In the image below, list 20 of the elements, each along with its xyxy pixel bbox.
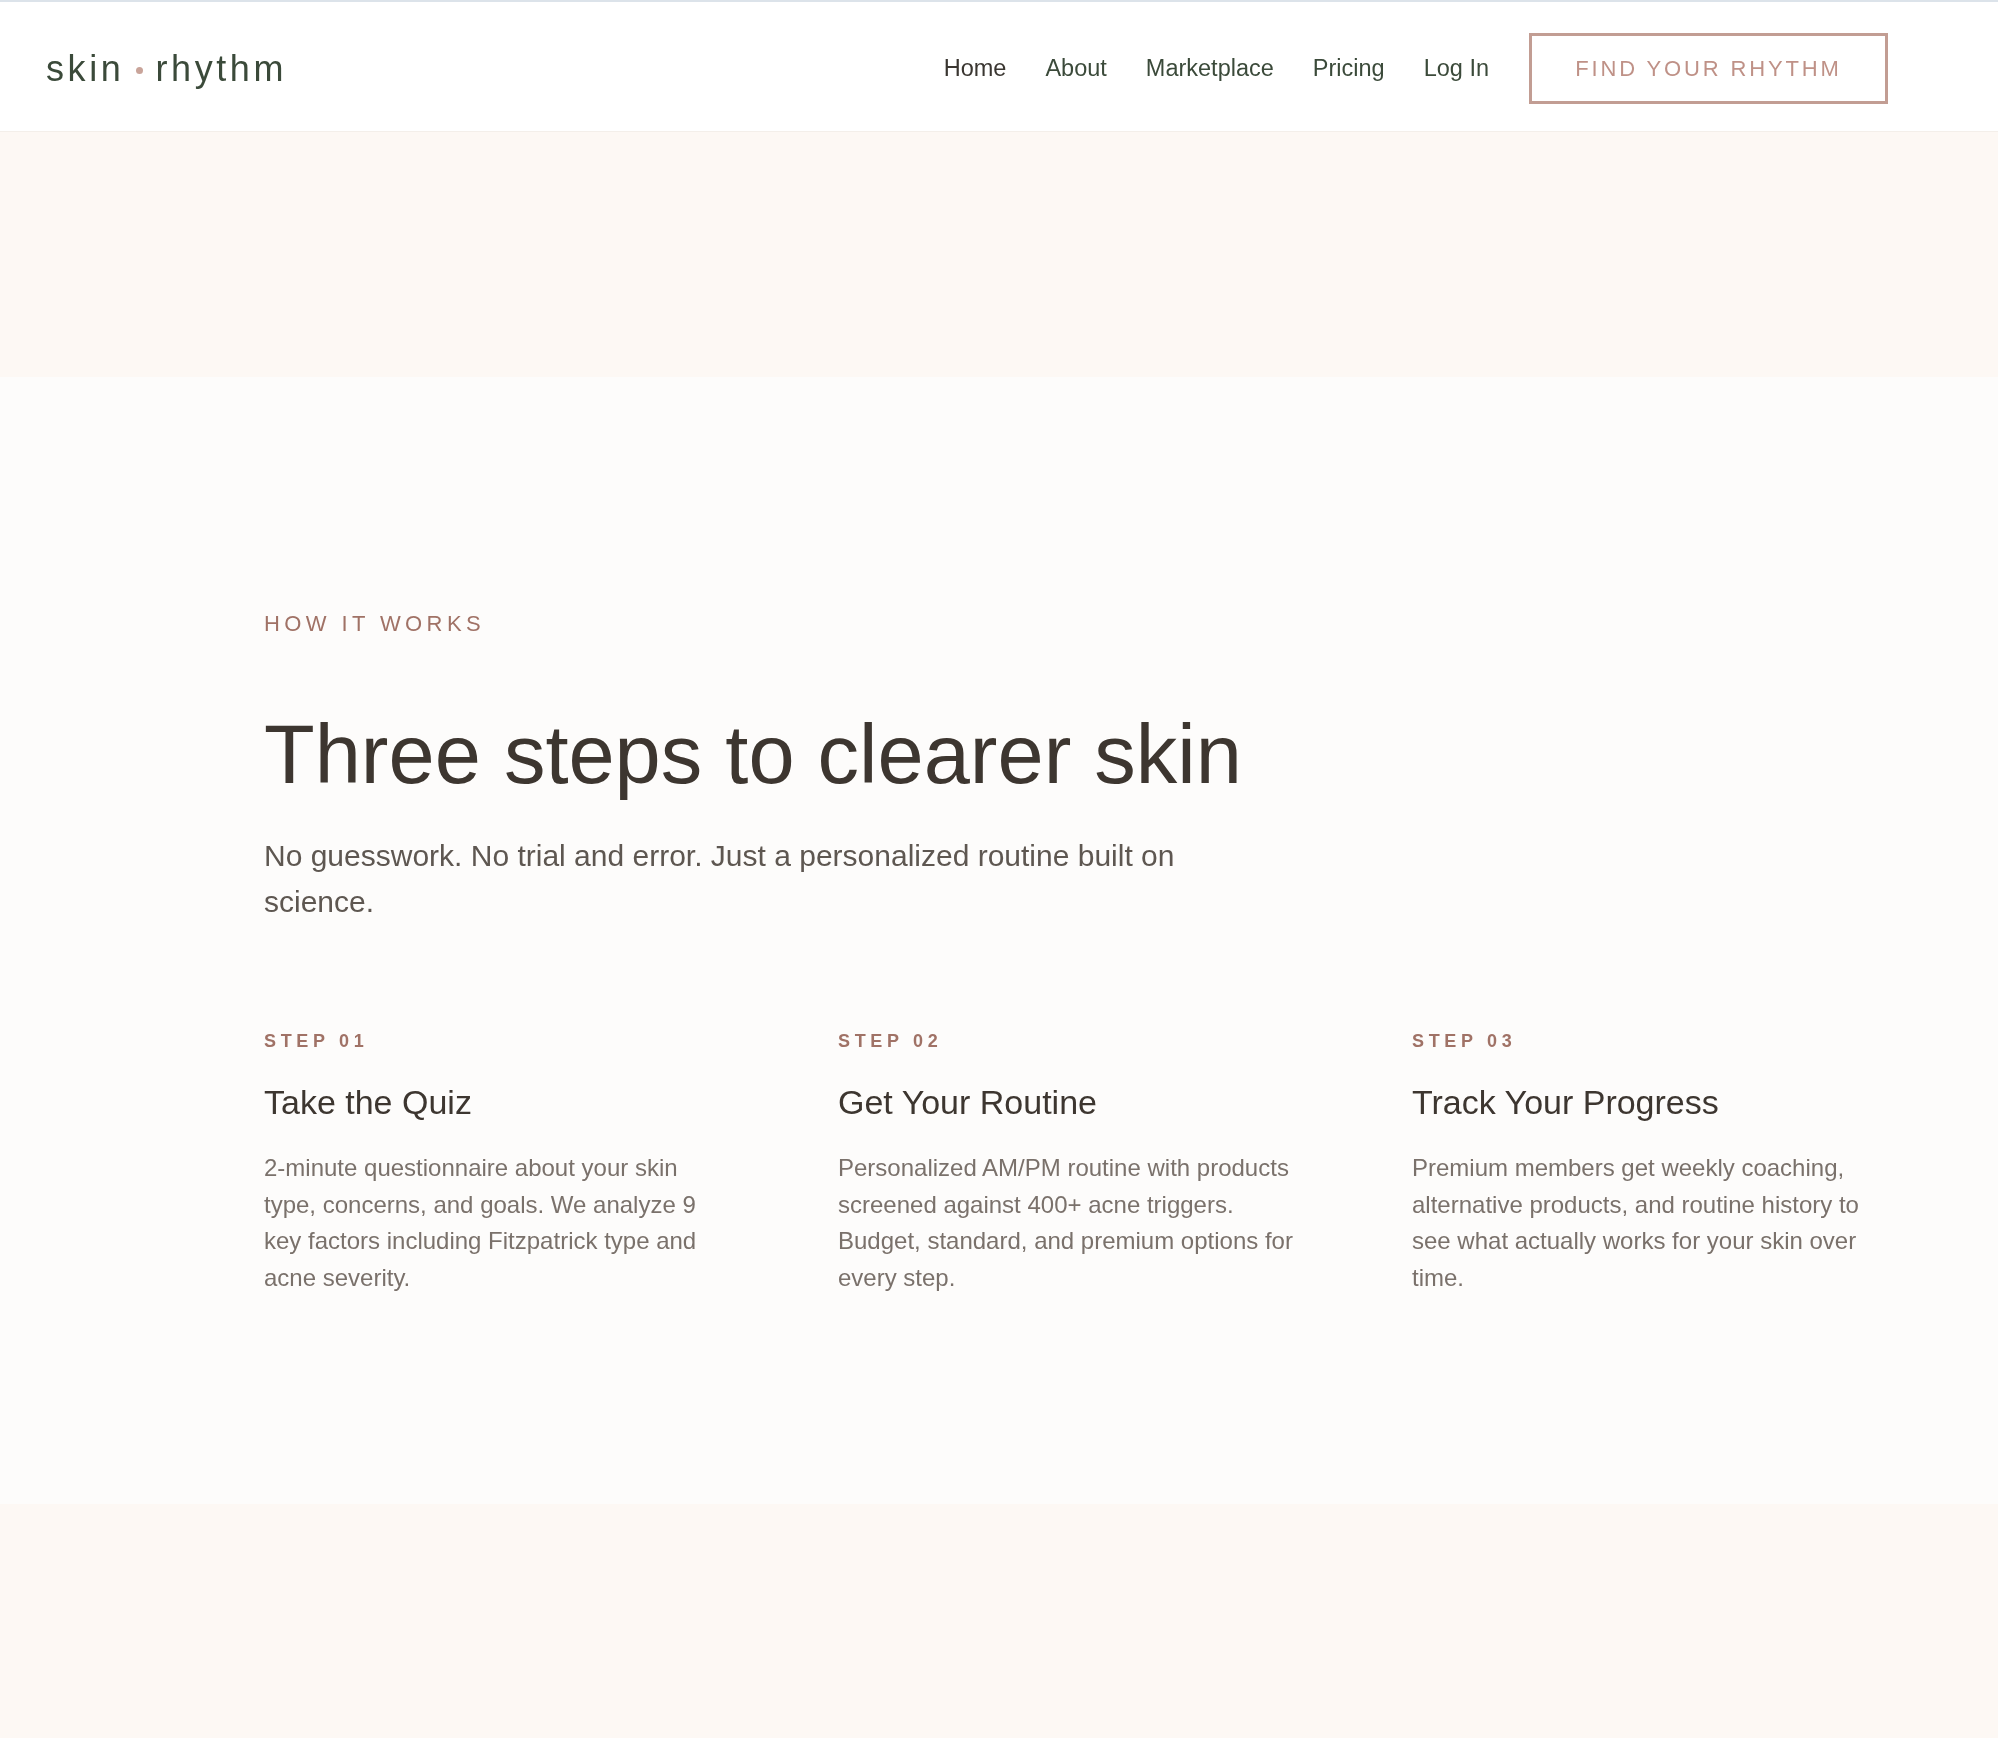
section-title: Three steps to clearer skin (264, 711, 1243, 799)
nav-link[interactable]: Pricing (1312, 55, 1385, 82)
nav-link[interactable]: Log In (1423, 55, 1489, 82)
logo-dot-icon (136, 67, 144, 74)
step-label: STEP 01 (264, 1030, 369, 1052)
step-description: 2-minute questionnaire about your skin type, concerns, and goals. We analyze 9 key factors including Fitzpatrick type and acne severity. (264, 1153, 698, 1293)
step-description: Premium members get weekly coaching, alternative products, and routine history to see what actually works for your skin over time. (1412, 1153, 1860, 1293)
nav-link[interactable]: Home (943, 55, 1007, 82)
nav-link[interactable]: About (1045, 55, 1107, 82)
step-title: Take the Quiz (264, 1082, 472, 1122)
section-subtitle: No guesswork. No trial and error. Just a personalized routine built on science. (264, 838, 1176, 920)
step-title: Track Your Progress (1412, 1082, 1719, 1122)
step-title: Get Your Routine (838, 1082, 1097, 1122)
logo-text[interactable]: rhythm (155, 46, 288, 91)
step-label: STEP 02 (838, 1030, 943, 1052)
step-description: Personalized AM/PM routine with products screened against 400+ acne triggers. Budget, standard, and premium options for every step. (838, 1153, 1294, 1293)
nav-link[interactable]: Marketplace (1145, 55, 1274, 82)
step-label: STEP 03 (1412, 1030, 1517, 1052)
section-eyebrow: HOW IT WORKS (264, 611, 487, 637)
logo-text[interactable]: skin (46, 46, 125, 91)
